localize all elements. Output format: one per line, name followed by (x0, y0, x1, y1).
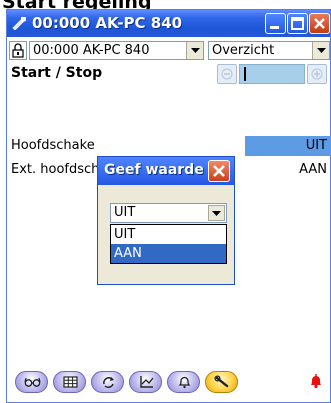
alarm-bell-icon[interactable] (308, 373, 324, 389)
param-value[interactable]: AAN (299, 162, 327, 177)
param-value[interactable]: UIT (306, 138, 327, 153)
dialog-title: Geef waarde (104, 162, 204, 178)
device-select-arrow[interactable] (186, 42, 203, 59)
minimize-button[interactable] (265, 13, 286, 34)
close-icon (314, 18, 325, 29)
chevron-down-icon (317, 48, 326, 53)
maximize-icon (291, 17, 304, 30)
lock-icon (12, 43, 24, 58)
previous-button[interactable] (217, 64, 237, 84)
main-window: 00:000 AK-PC 840 00:000 AK-PC 840 Overzi… (6, 9, 331, 403)
param-label: Hoofdschake (11, 138, 95, 153)
refresh-button[interactable] (91, 371, 124, 393)
bell-button[interactable] (167, 371, 200, 393)
wrench-icon (214, 375, 229, 388)
chevron-down-icon (191, 48, 200, 53)
close-icon (213, 165, 225, 177)
view-select[interactable]: Overzicht (208, 41, 330, 60)
chevron-down-icon (212, 211, 221, 216)
grid-icon (63, 376, 78, 388)
view-select-value: Overzicht (212, 43, 275, 58)
value-dropdown-list: UIT AAN (110, 224, 227, 264)
wrench-button[interactable] (205, 371, 238, 393)
dropdown-option-aan[interactable]: AAN (111, 244, 226, 263)
close-button[interactable] (309, 13, 330, 34)
view-select-arrow[interactable] (312, 42, 329, 59)
next-button[interactable] (307, 64, 327, 84)
window-title: 00:000 AK-PC 840 (32, 14, 183, 32)
glasses-icon (24, 377, 41, 387)
value-dialog: Geef waarde UIT UIT AAN (97, 156, 235, 285)
refresh-icon (103, 377, 114, 388)
toolbar: 00:000 AK-PC 840 Overzicht (7, 38, 330, 62)
dialog-close-button[interactable] (208, 160, 230, 182)
dialog-titlebar[interactable]: Geef waarde (98, 157, 234, 185)
minus-icon (221, 68, 233, 80)
param-row-main-switch[interactable]: Hoofdschake UIT (11, 136, 331, 156)
value-select-arrow[interactable] (208, 205, 225, 221)
minimize-icon (270, 26, 279, 29)
chart-button[interactable] (129, 371, 162, 393)
chart-icon (140, 376, 154, 388)
value-select[interactable]: UIT (110, 203, 227, 223)
plus-icon (311, 68, 323, 80)
value-field[interactable] (239, 64, 305, 84)
tool-icon (12, 17, 26, 30)
grid-button[interactable] (53, 371, 86, 393)
glasses-button[interactable] (15, 371, 48, 393)
dropdown-option-uit[interactable]: UIT (111, 225, 226, 244)
bottom-toolbar (7, 367, 330, 397)
maximize-button[interactable] (287, 13, 308, 34)
text-cursor (244, 67, 246, 81)
window-titlebar[interactable]: 00:000 AK-PC 840 (7, 10, 330, 37)
lock-button[interactable] (9, 41, 27, 60)
bell-icon (178, 376, 191, 389)
value-select-current: UIT (114, 205, 136, 220)
device-select-value: 00:000 AK-PC 840 (33, 43, 150, 58)
device-select[interactable]: 00:000 AK-PC 840 (29, 41, 204, 60)
section-title: Start / Stop (11, 65, 103, 81)
